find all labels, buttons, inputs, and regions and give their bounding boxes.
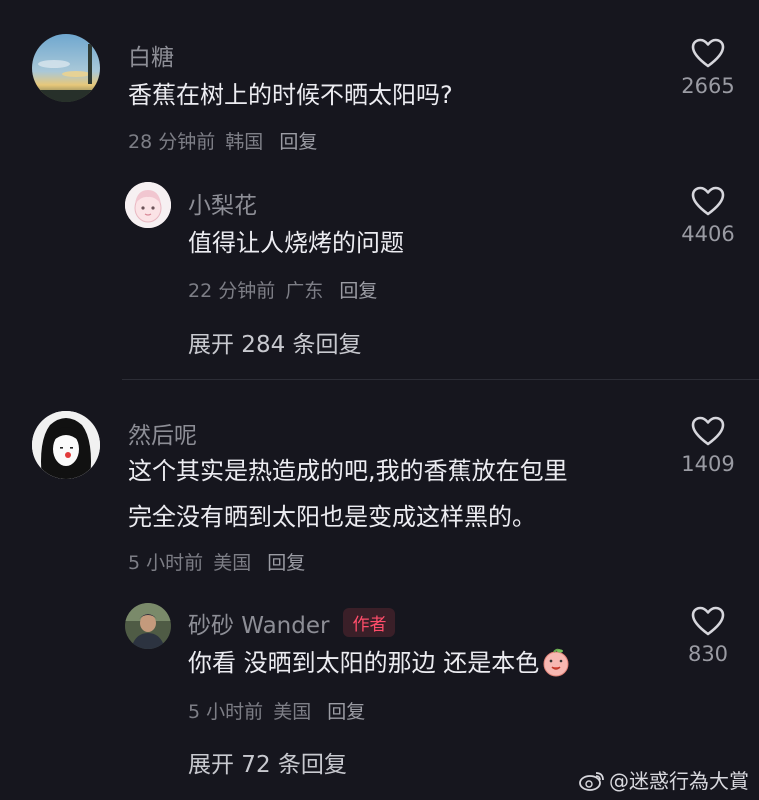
avatar[interactable] (32, 34, 100, 102)
comment-text-line-1: 这个其实是热造成的吧,我的香蕉放在包里 (128, 457, 568, 485)
pink-cartoon-avatar-icon (125, 182, 171, 228)
like-count: 830 (687, 642, 729, 666)
watermark: @迷惑行為大賞 (579, 765, 749, 794)
expand-replies-button[interactable]: 展开 72 条回复 (188, 745, 347, 779)
comment-section: 白糖 香蕉在树上的时候不晒太阳吗? 28 分钟前 韩国 回复 2665 小梨花 … (0, 0, 759, 800)
username[interactable]: 然后呢 (128, 416, 197, 450)
location: 美国 (213, 552, 252, 574)
comment-text-content: 你看 没晒到太阳的那边 还是本色 (188, 649, 540, 677)
like-count: 2665 (681, 74, 735, 98)
comment-meta: 5 小时前 美国 回复 (188, 697, 369, 724)
sky-photo-avatar-icon (32, 34, 100, 102)
comment-text: 香蕉在树上的时候不晒太阳吗? (128, 81, 453, 109)
location: 美国 (273, 701, 312, 723)
like-button[interactable]: 830 (668, 606, 748, 666)
reply-button[interactable]: 回复 (339, 280, 377, 302)
location: 广东 (285, 280, 324, 302)
timestamp: 22 分钟前 (188, 280, 276, 302)
comment-meta: 5 小时前 美国 回复 (128, 548, 309, 575)
expand-replies-button[interactable]: 展开 284 条回复 (188, 325, 362, 359)
reply-button[interactable]: 回复 (267, 552, 305, 574)
location: 韩国 (225, 131, 264, 153)
black-hair-girl-avatar-icon (32, 411, 100, 479)
heart-icon (691, 606, 725, 636)
comment-text: 值得让人烧烤的问题 (188, 229, 404, 257)
username[interactable]: 小梨花 (188, 186, 257, 220)
timestamp: 5 小时前 (128, 552, 204, 574)
comment-meta: 22 分钟前 广东 回复 (188, 276, 381, 303)
comment-meta: 28 分钟前 韩国 回复 (128, 127, 321, 154)
username-text: 砂砂 Wander (188, 613, 330, 639)
heart-icon (691, 186, 725, 216)
timestamp: 5 小时前 (188, 701, 264, 723)
divider (122, 379, 759, 380)
username[interactable]: 白糖 (128, 38, 174, 72)
like-count: 4406 (681, 222, 735, 246)
weibo-logo-icon (579, 772, 604, 791)
watermark-text: @迷惑行為大賞 (609, 769, 749, 793)
timestamp: 28 分钟前 (128, 131, 216, 153)
like-count: 1409 (681, 452, 735, 476)
username[interactable]: 砂砂 Wander 作者 (188, 606, 396, 640)
like-button[interactable]: 4406 (668, 186, 748, 246)
like-button[interactable]: 2665 (668, 38, 748, 98)
comment-text-line-2: 完全没有晒到太阳也是变成这样黑的。 (128, 503, 536, 531)
avatar[interactable] (125, 603, 171, 649)
reply-button[interactable]: 回复 (279, 131, 317, 153)
heart-icon (691, 38, 725, 68)
author-badge: 作者 (343, 608, 396, 637)
like-button[interactable]: 1409 (668, 416, 748, 476)
peach-face-emoji-icon (543, 648, 569, 677)
avatar[interactable] (125, 182, 171, 228)
avatar[interactable] (32, 411, 100, 479)
reply-button[interactable]: 回复 (327, 701, 365, 723)
comment-text: 你看 没晒到太阳的那边 还是本色 (188, 644, 571, 682)
person-photo-avatar-icon (125, 603, 171, 649)
heart-icon (691, 416, 725, 446)
